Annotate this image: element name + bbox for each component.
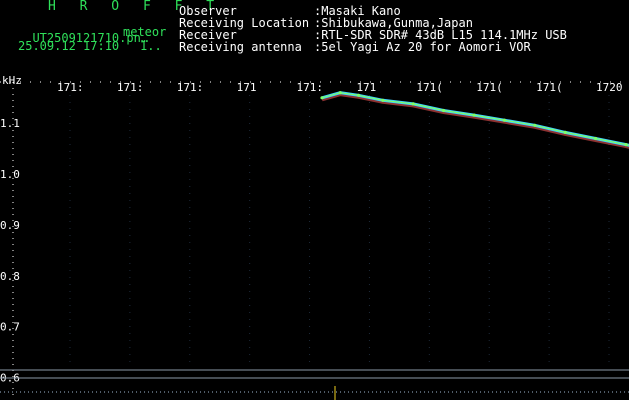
trace-point [533,123,537,127]
trace-point [563,130,567,134]
x-tick-label: 171 [237,81,257,94]
y-axis-label: kHz [2,74,22,87]
trace-point [442,108,446,113]
trace-marks [320,91,629,149]
x-tick-label: 171( [476,81,503,94]
x-tick-label: 1720 [596,81,623,94]
trace-glow [321,92,629,149]
trace-point [502,118,506,122]
trace-point [624,143,628,147]
trace-point [338,91,342,95]
x-tick-label: 171( [416,81,443,94]
x-tick-label: 171: [177,81,204,94]
trace-line [321,91,629,147]
trace-point [320,96,324,100]
x-tick-label: 171 [356,81,376,94]
y-tick-label: 0.7 [0,321,20,334]
x-tick-label: 171( [536,81,563,94]
y-tick-label: 1.1 [0,117,20,130]
x-tick-label: 171: [57,81,84,94]
spectrogram-plot: kHz 171: 171: 171: 171 171: 171 171( 171( 171( 172… [0,74,629,400]
trace-point [411,102,415,106]
x-tick-label: 171: [297,81,324,94]
trace-point [381,98,385,102]
x-tick-label: 171: [117,81,144,94]
y-tick-label: 0.9 [0,219,20,232]
axes: kHz 171: 171: 171: 171 171: 171 171( 171( 171( 172… [0,74,629,400]
y-tick-label: 1.0 [0,168,20,181]
y-tick-label: 0.8 [0,270,20,283]
trace-core [321,92,629,146]
trace-point [472,113,476,117]
trace-point [594,136,598,141]
trace-point [356,93,361,97]
